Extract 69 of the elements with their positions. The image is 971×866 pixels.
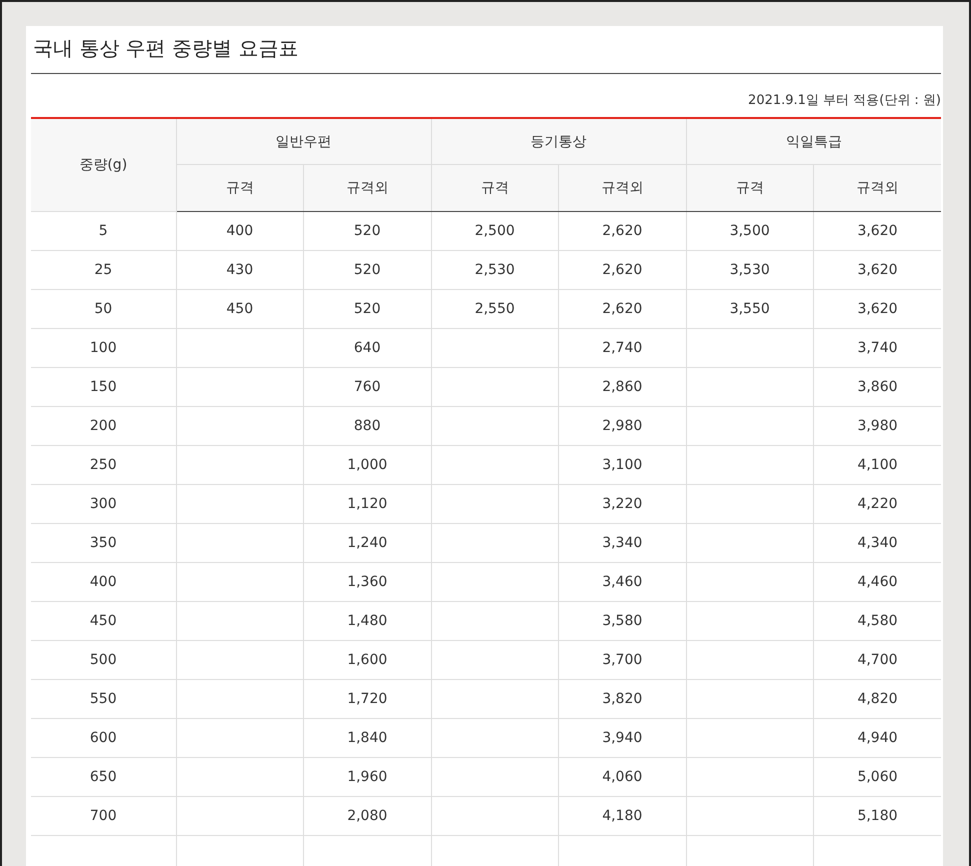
table-cell: 3,220 [558, 484, 686, 524]
table-cell: 760 [304, 368, 431, 406]
table-cell: 2,550 [431, 290, 558, 328]
table-cell: 3,820 [558, 680, 686, 718]
header-cell: 규격 [431, 164, 558, 212]
table-cell: 3,500 [686, 212, 814, 250]
table-cell: 3,940 [558, 718, 686, 758]
table-cell: 1,360 [304, 562, 431, 602]
table-cell: 520 [304, 290, 431, 328]
table-cell: 3,550 [686, 290, 814, 328]
header-cell: 규격외 [558, 164, 686, 212]
table-cell: 450 [31, 602, 176, 640]
table-cell: 2,620 [558, 212, 686, 250]
effective-date-note: 2021.9.1일 부터 적용(단위 : 원) [748, 92, 941, 109]
table-cell: 4,060 [558, 758, 686, 796]
table-cell: 350 [31, 524, 176, 562]
table-cell: 1,960 [304, 758, 431, 796]
table-cell: 2,080 [304, 796, 431, 836]
table-cell: 3,340 [558, 524, 686, 562]
header-cell: 중량(g) [31, 118, 176, 212]
table-cell: 1,480 [304, 602, 431, 640]
table-cell: 1,000 [304, 446, 431, 484]
table-cell: 250 [31, 446, 176, 484]
table-cell: 520 [304, 212, 431, 250]
header-cell: 규격외 [814, 164, 941, 212]
table-cell: 400 [31, 562, 176, 602]
table-cell: 2,530 [431, 250, 558, 290]
table-cell: 640 [304, 328, 431, 368]
table-cell: 520 [304, 250, 431, 290]
header-cell: 규격 [686, 164, 814, 212]
table-cell: 3,100 [558, 446, 686, 484]
table-cell: 25 [31, 250, 176, 290]
table-cell: 100 [31, 328, 176, 368]
table-cell: 450 [176, 290, 304, 328]
table-cell: 650 [31, 758, 176, 796]
table-cell: 2,620 [558, 250, 686, 290]
table-cell: 430 [176, 250, 304, 290]
table-cell: 2,860 [558, 368, 686, 406]
table-cell: 2,980 [558, 406, 686, 446]
table-cell: 1,240 [304, 524, 431, 562]
table-cell: 2,620 [558, 290, 686, 328]
table-cell: 1,720 [304, 680, 431, 718]
table-cell: 500 [31, 640, 176, 680]
table-cell: 1,600 [304, 640, 431, 680]
table-cell: 3,530 [686, 250, 814, 290]
table-cell: 5 [31, 212, 176, 250]
table-cell: 1,120 [304, 484, 431, 524]
table-cell: 550 [31, 680, 176, 718]
table-cell: 400 [176, 212, 304, 250]
header-cell: 규격외 [304, 164, 431, 212]
header-cell: 익일특급 [686, 118, 941, 164]
table-cell: 700 [31, 796, 176, 836]
table-cell: 2,500 [431, 212, 558, 250]
table-cell: 150 [31, 368, 176, 406]
header-cell: 일반우편 [176, 118, 431, 164]
table-cell: 3,460 [558, 562, 686, 602]
table-cell: 600 [31, 718, 176, 758]
table-cell: 200 [31, 406, 176, 446]
table-cell: 2,740 [558, 328, 686, 368]
table-cell: 300 [31, 484, 176, 524]
header-cell: 규격 [176, 164, 304, 212]
table-cell: 50 [31, 290, 176, 328]
page-title: 국내 통상 우편 중량별 요금표 [31, 26, 941, 74]
table-cell: 3,700 [558, 640, 686, 680]
table-cell: 1,840 [304, 718, 431, 758]
header-cell: 등기통상 [431, 118, 686, 164]
table-cell: 4,180 [558, 796, 686, 836]
table-cell: 880 [304, 406, 431, 446]
table-cell: 3,580 [558, 602, 686, 640]
